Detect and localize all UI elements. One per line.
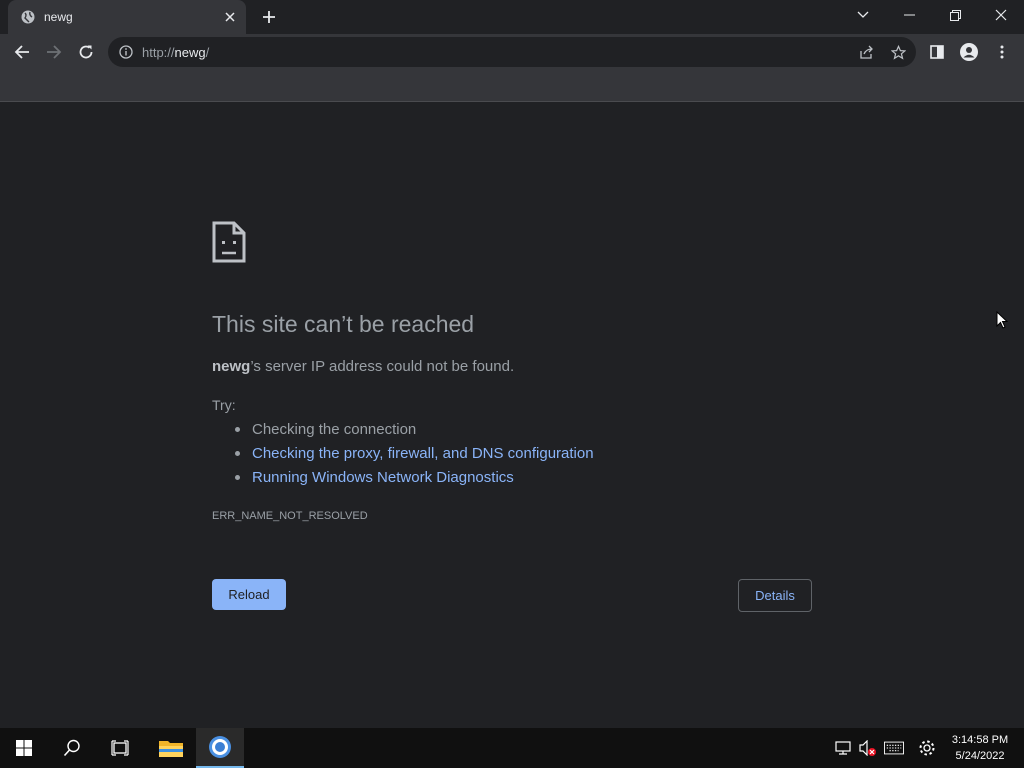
sad-document-icon (212, 221, 246, 263)
windows-start-icon[interactable] (0, 728, 48, 768)
minimize-icon[interactable] (886, 0, 932, 30)
tab-search-chevron-icon[interactable] (840, 0, 886, 30)
reload-icon[interactable] (74, 40, 98, 64)
windows-taskbar: 3:14:58 PM 5/24/2022 (0, 728, 1024, 768)
suggestion-proxy-link[interactable]: Checking the proxy, firewall, and DNS co… (252, 445, 594, 462)
bookmark-star-icon[interactable] (888, 42, 908, 62)
address-bar[interactable]: http://newg/ (108, 37, 916, 67)
profile-avatar-icon[interactable] (958, 41, 980, 63)
forward-arrow-icon[interactable] (42, 40, 66, 64)
settings-gear-icon[interactable] (917, 738, 937, 758)
reload-button[interactable]: Reload (212, 579, 286, 610)
url-text: http://newg/ (142, 45, 210, 60)
search-icon[interactable] (48, 728, 96, 768)
keyboard-icon[interactable] (884, 738, 904, 758)
globe-icon (21, 10, 35, 24)
tab-title: newg (44, 10, 73, 24)
error-page: This site can’t be reached newg’s server… (0, 103, 1024, 727)
clock-date: 5/24/2022 (955, 750, 1005, 762)
volume-muted-icon[interactable] (858, 738, 878, 758)
bookmarks-bar (0, 70, 1024, 102)
details-button[interactable]: Details (738, 579, 812, 612)
suggestion-check-connection: Checking the connection (252, 421, 417, 438)
bullet (235, 451, 240, 456)
system-clock[interactable]: 3:14:58 PM 5/24/2022 (946, 732, 1014, 764)
task-view-icon[interactable] (96, 728, 144, 768)
error-description: newg’s server IP address could not be fo… (212, 358, 515, 375)
bullet (235, 427, 240, 432)
suggestion-diagnostics-link[interactable]: Running Windows Network Diagnostics (252, 469, 514, 486)
close-tab-icon[interactable] (222, 9, 238, 25)
clock-time: 3:14:58 PM (951, 734, 1009, 746)
browser-toolbar: http://newg/ (0, 34, 1024, 70)
back-arrow-icon[interactable] (10, 40, 34, 64)
file-explorer-icon[interactable] (147, 728, 195, 768)
new-tab-icon[interactable] (260, 8, 278, 26)
more-menu-icon[interactable] (991, 41, 1013, 63)
tab-strip: newg (0, 0, 1024, 34)
mouse-cursor-icon (996, 310, 1009, 334)
try-label: Try: (212, 397, 236, 413)
restore-icon[interactable] (932, 0, 978, 30)
side-panel-icon[interactable] (926, 41, 948, 63)
network-icon[interactable] (834, 738, 854, 758)
error-title: This site can’t be reached (212, 311, 475, 337)
tab-newg[interactable]: newg (8, 0, 246, 34)
close-window-icon[interactable] (978, 0, 1024, 30)
error-code: ERR_NAME_NOT_RESOLVED (212, 510, 368, 522)
share-icon[interactable] (856, 42, 876, 62)
info-icon[interactable] (119, 45, 133, 59)
chrome-taskbar-icon[interactable] (196, 728, 244, 768)
bullet (235, 475, 240, 480)
